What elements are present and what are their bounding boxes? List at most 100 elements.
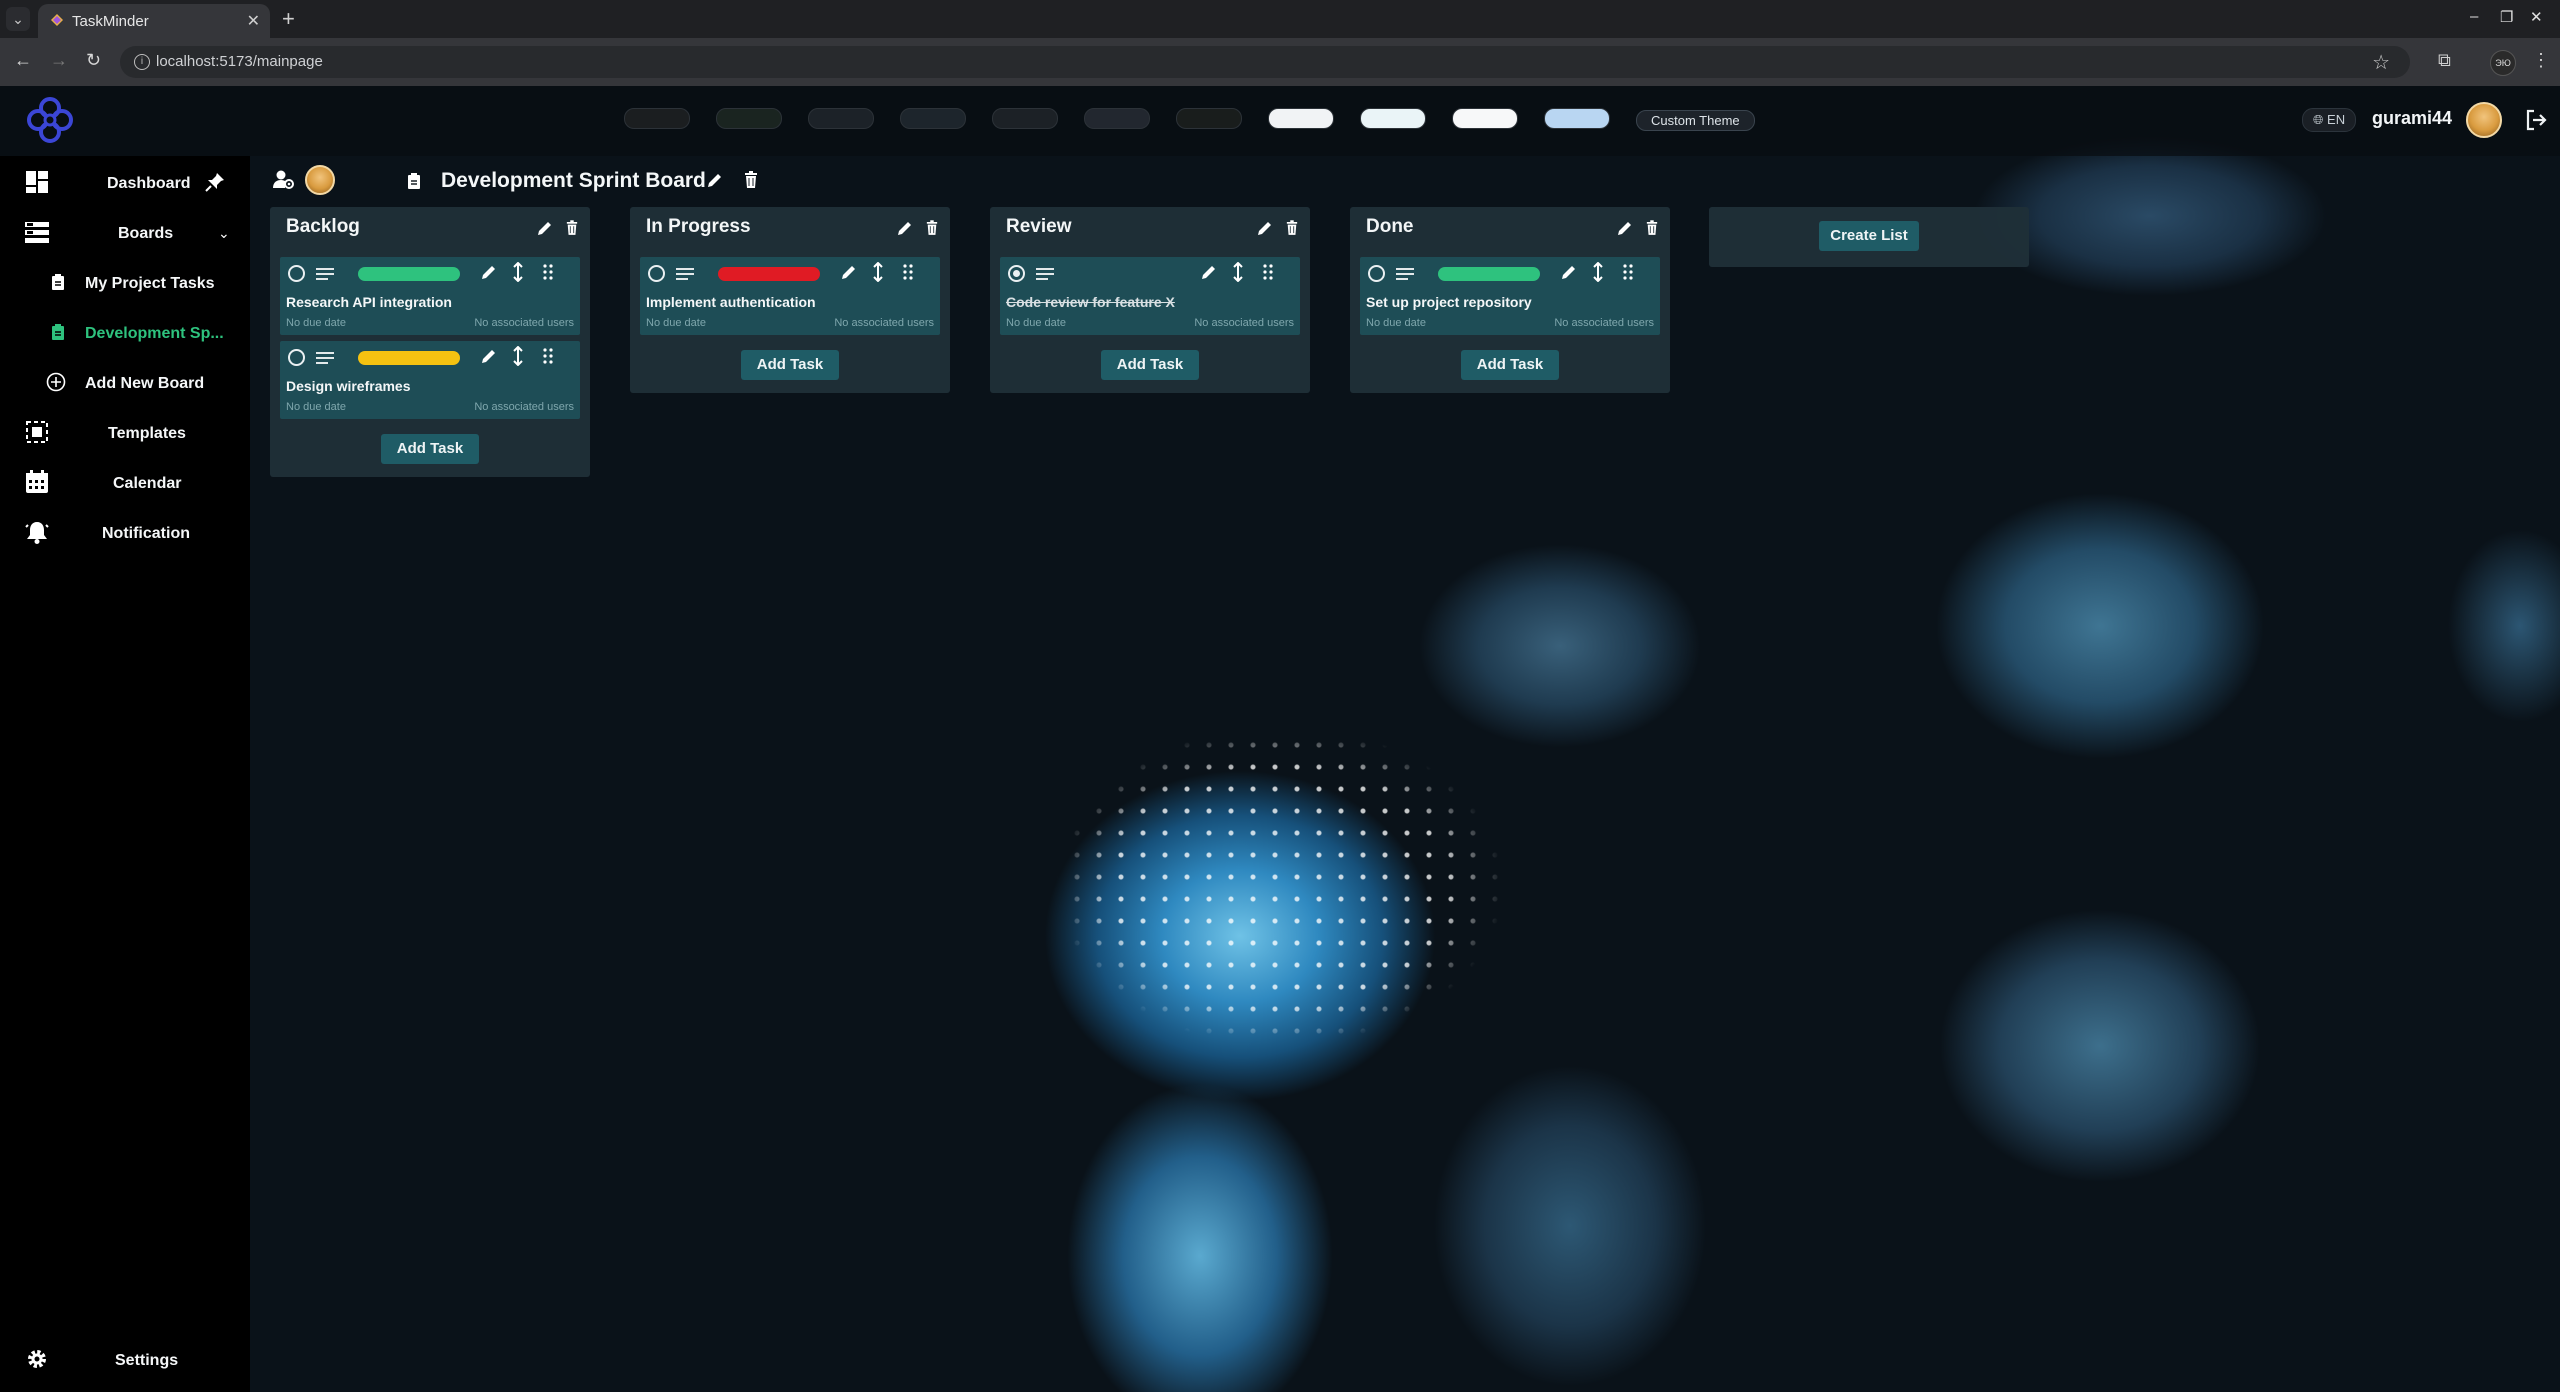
theme-swatch[interactable] xyxy=(1268,108,1334,129)
edit-task-pencil-icon[interactable] xyxy=(480,263,498,281)
sidebar-label-dashboard: Dashboard xyxy=(107,175,191,192)
add-task-button[interactable]: Add Task xyxy=(741,350,839,380)
add-task-button[interactable]: Add Task xyxy=(381,434,479,464)
task-title: Research API integration xyxy=(286,294,452,310)
drag-handle-icon[interactable] xyxy=(542,263,554,281)
description-icon[interactable] xyxy=(316,268,334,280)
drag-handle-icon[interactable] xyxy=(542,347,554,365)
back-icon[interactable]: ← xyxy=(14,50,32,71)
chevron-down-icon[interactable]: ⌄ xyxy=(218,225,230,242)
add-task-button[interactable]: Add Task xyxy=(1101,350,1199,380)
delete-list-trash-icon[interactable] xyxy=(1646,220,1658,236)
app-viewport: Custom Theme 🌐︎ EN gurami44 Dashboard Bo… xyxy=(0,86,2560,1392)
edit-list-pencil-icon[interactable] xyxy=(1616,219,1634,237)
complete-task-checkbox[interactable] xyxy=(288,265,305,282)
delete-list-trash-icon[interactable] xyxy=(926,220,938,236)
sidebar-item-templates[interactable]: Templates xyxy=(0,411,250,451)
theme-swatch[interactable] xyxy=(992,108,1058,129)
description-icon[interactable] xyxy=(1036,268,1054,280)
edit-task-pencil-icon[interactable] xyxy=(1200,263,1218,281)
profile-avatar[interactable]: ЭЮ xyxy=(2490,50,2516,76)
tab-close-icon[interactable]: ✕ xyxy=(247,11,260,31)
sidebar-item-development-sprint[interactable]: Development Sp... xyxy=(0,311,250,351)
delete-list-trash-icon[interactable] xyxy=(1286,220,1298,236)
tab-search-button[interactable]: ⌄ xyxy=(6,7,30,31)
move-task-arrows-icon[interactable] xyxy=(872,262,884,282)
description-icon[interactable] xyxy=(676,268,694,280)
sidebar-item-add-new-board[interactable]: Add New Board xyxy=(0,361,250,401)
sidebar-item-calendar[interactable]: Calendar xyxy=(0,461,250,501)
theme-swatch[interactable] xyxy=(900,108,966,129)
theme-swatch[interactable] xyxy=(624,108,690,129)
sidebar-item-settings[interactable]: Settings xyxy=(0,1338,250,1378)
edit-list-pencil-icon[interactable] xyxy=(896,219,914,237)
list-title: Backlog xyxy=(286,216,360,237)
move-task-arrows-icon[interactable] xyxy=(1232,262,1244,282)
complete-task-checkbox[interactable] xyxy=(1368,265,1385,282)
complete-task-checkbox[interactable] xyxy=(1008,265,1025,282)
drag-handle-icon[interactable] xyxy=(902,263,914,281)
delete-board-trash-icon[interactable] xyxy=(744,171,758,189)
task-card[interactable]: Research API integration No due date No as… xyxy=(280,257,580,335)
sidebar-item-my-project-tasks[interactable]: My Project Tasks xyxy=(0,261,250,301)
site-info-icon[interactable]: i xyxy=(134,54,150,70)
sidebar-item-dashboard[interactable]: Dashboard xyxy=(0,161,250,201)
drag-handle-icon[interactable] xyxy=(1622,263,1634,281)
priority-label[interactable] xyxy=(718,267,820,281)
forward-icon[interactable]: → xyxy=(50,50,68,71)
browser-menu-icon[interactable]: ⋮ xyxy=(2532,50,2550,71)
bookmark-star-icon[interactable]: ☆ xyxy=(2372,50,2390,75)
move-task-arrows-icon[interactable] xyxy=(512,262,524,282)
priority-label[interactable] xyxy=(358,351,460,365)
url-text[interactable]: localhost:5173/mainpage xyxy=(156,53,323,70)
description-icon[interactable] xyxy=(1396,268,1414,280)
edit-list-pencil-icon[interactable] xyxy=(1256,219,1274,237)
description-icon[interactable] xyxy=(316,352,334,364)
logout-icon[interactable] xyxy=(2524,108,2548,132)
new-tab-button[interactable]: + xyxy=(282,6,295,32)
close-window-icon[interactable]: ✕ xyxy=(2530,8,2543,26)
restore-window-icon[interactable]: ❐ xyxy=(2500,8,2513,26)
theme-swatch[interactable] xyxy=(1452,108,1518,129)
task-card[interactable]: Code review for feature X No due date No a… xyxy=(1000,257,1300,335)
address-bar[interactable]: i localhost:5173/mainpage ☆ xyxy=(120,46,2410,78)
language-switch-button[interactable]: 🌐︎ EN xyxy=(2302,108,2357,132)
theme-swatch[interactable] xyxy=(1176,108,1242,129)
drag-handle-icon[interactable] xyxy=(1262,263,1274,281)
priority-label[interactable] xyxy=(358,267,460,281)
delete-list-trash-icon[interactable] xyxy=(566,220,578,236)
browser-tab[interactable]: TaskMinder ✕ xyxy=(38,4,270,38)
edit-board-pencil-icon[interactable] xyxy=(706,171,724,189)
theme-swatch[interactable] xyxy=(808,108,874,129)
custom-theme-button[interactable]: Custom Theme xyxy=(1636,110,1755,131)
task-card[interactable]: Design wireframes No due date No associate… xyxy=(280,341,580,419)
theme-swatch[interactable] xyxy=(716,108,782,129)
task-card[interactable]: Set up project repository No due date No a… xyxy=(1360,257,1660,335)
move-task-arrows-icon[interactable] xyxy=(512,346,524,366)
manage-members-icon[interactable] xyxy=(272,168,294,190)
minimize-window-icon[interactable]: – xyxy=(2470,8,2478,25)
pin-icon[interactable] xyxy=(204,171,226,193)
move-task-arrows-icon[interactable] xyxy=(1592,262,1604,282)
add-task-button[interactable]: Add Task xyxy=(1461,350,1559,380)
sidebar-item-notification[interactable]: Notification xyxy=(0,511,250,551)
edit-task-pencil-icon[interactable] xyxy=(1560,263,1578,281)
task-card[interactable]: Implement authentication No due date No as… xyxy=(640,257,940,335)
edit-task-pencil-icon[interactable] xyxy=(840,263,858,281)
edit-task-pencil-icon[interactable] xyxy=(480,347,498,365)
sidebar-label-settings: Settings xyxy=(115,1352,179,1369)
reload-icon[interactable]: ↻ xyxy=(86,50,101,71)
extensions-icon[interactable]: ⧉ xyxy=(2438,50,2451,71)
priority-label[interactable] xyxy=(1438,267,1540,281)
theme-swatch[interactable] xyxy=(1084,108,1150,129)
theme-swatch[interactable] xyxy=(1544,108,1610,129)
taskminder-logo-icon[interactable] xyxy=(22,92,78,148)
complete-task-checkbox[interactable] xyxy=(288,349,305,366)
board-member-avatar[interactable] xyxy=(305,165,335,195)
user-avatar[interactable] xyxy=(2466,102,2502,138)
theme-swatch[interactable] xyxy=(1360,108,1426,129)
sidebar-item-boards[interactable]: Boards ⌄ xyxy=(0,211,250,251)
edit-list-pencil-icon[interactable] xyxy=(536,219,554,237)
complete-task-checkbox[interactable] xyxy=(648,265,665,282)
create-list-button[interactable]: Create List xyxy=(1819,221,1919,251)
